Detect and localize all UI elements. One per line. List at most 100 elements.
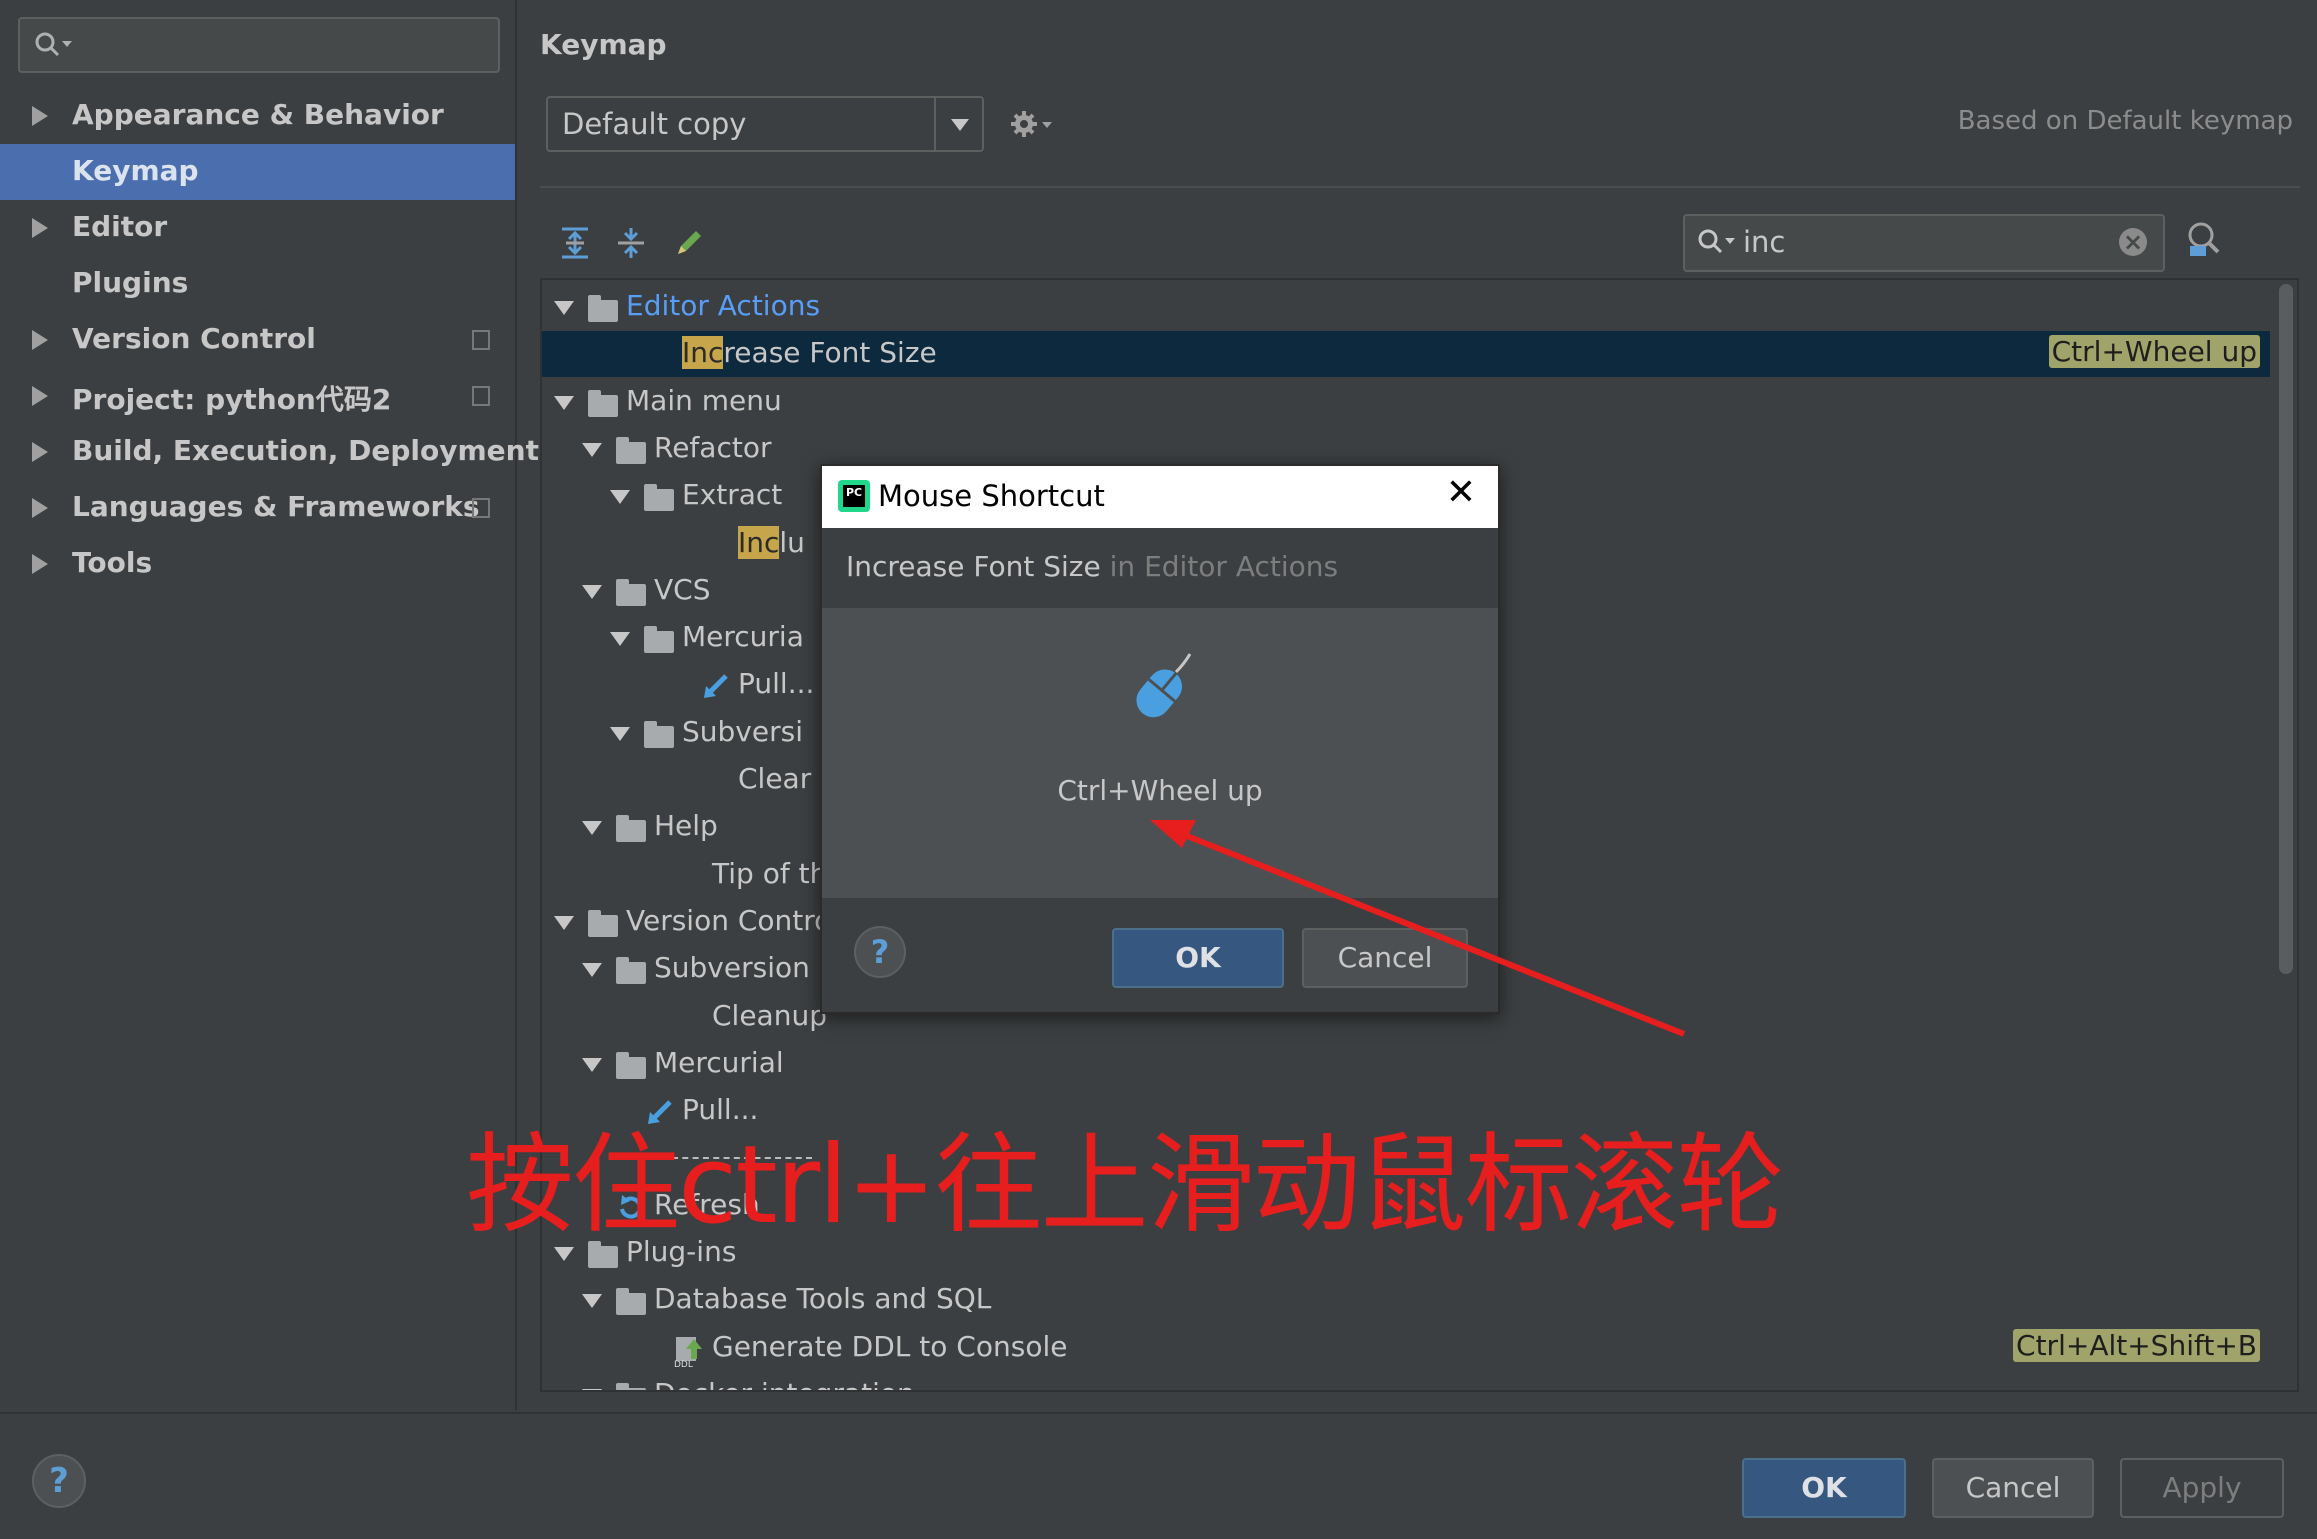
sidebar-item-label: Languages & Frameworks bbox=[72, 490, 480, 523]
tree-row[interactable]: Editor Actions bbox=[542, 284, 2270, 330]
clear-search-icon[interactable]: × bbox=[2119, 228, 2147, 256]
search-match-highlight: Inc bbox=[738, 525, 780, 559]
keymap-select-value: Default copy bbox=[562, 107, 747, 141]
tree-row-label: Subversi bbox=[682, 714, 803, 748]
keymap-search-input[interactable]: inc × bbox=[1683, 214, 2165, 272]
folder-icon bbox=[644, 625, 674, 654]
dialog-cancel-button[interactable]: Cancel bbox=[1302, 928, 1468, 988]
sidebar-item-label: Plugins bbox=[72, 266, 189, 299]
chevron-right-icon[interactable] bbox=[32, 386, 48, 406]
sidebar-item-label: Version Control bbox=[72, 322, 316, 355]
tree-row[interactable]: Docker integration bbox=[542, 1372, 2270, 1390]
tree-row[interactable]: Increase Font Size Ctrl+Wheel up bbox=[542, 331, 2270, 378]
folder-icon bbox=[588, 909, 618, 937]
ddl-icon: DDL bbox=[672, 1335, 706, 1376]
shortcut-badge: Ctrl+Alt+Shift+B bbox=[2013, 1328, 2260, 1362]
expand-all-icon[interactable] bbox=[558, 226, 592, 260]
tree-row-label: Docker integration bbox=[654, 1377, 915, 1390]
sidebar-item-label: Tools bbox=[72, 546, 153, 579]
chevron-down-icon[interactable] bbox=[554, 915, 574, 930]
help-button[interactable]: ? bbox=[854, 926, 906, 978]
tree-scrollbar[interactable] bbox=[2279, 284, 2293, 974]
keymap-search-value: inc bbox=[1743, 225, 1786, 259]
divider bbox=[540, 186, 2300, 188]
sidebar-item-tools[interactable]: Tools bbox=[0, 536, 515, 592]
sidebar-item-keymap[interactable]: Keymap bbox=[0, 144, 515, 200]
tree-row-label: Extract bbox=[682, 478, 783, 512]
tree-row[interactable]: DDL Generate DDL to Console Ctrl+Alt+Shift… bbox=[542, 1325, 2270, 1371]
ok-button[interactable]: OK bbox=[1742, 1458, 1906, 1518]
folder-icon bbox=[616, 814, 646, 843]
chevron-down-icon[interactable] bbox=[554, 301, 574, 315]
tree-row-label: Inclu bbox=[738, 525, 805, 559]
close-icon[interactable]: ✕ bbox=[1446, 472, 1476, 513]
chevron-right-icon[interactable] bbox=[32, 498, 48, 518]
action-name: Increase Font Size bbox=[846, 550, 1101, 583]
chevron-right-icon[interactable] bbox=[32, 218, 48, 238]
chevron-right-icon[interactable] bbox=[32, 330, 48, 350]
tree-row-label: Help bbox=[654, 809, 718, 843]
settings-search-input[interactable] bbox=[18, 17, 500, 73]
find-by-shortcut-icon[interactable] bbox=[2184, 220, 2224, 260]
tree-row-label: Version Contro bbox=[626, 903, 832, 937]
sidebar-item-editor[interactable]: Editor bbox=[0, 200, 515, 256]
chevron-down-icon[interactable] bbox=[582, 1388, 602, 1390]
tree-row-label: Clear bbox=[738, 762, 812, 795]
dialog-titlebar: PC Mouse Shortcut ✕ bbox=[822, 466, 1498, 528]
sidebar-item-languages-frameworks[interactable]: Languages & Frameworks bbox=[0, 480, 515, 536]
sidebar-item-version-control[interactable]: Version Control bbox=[0, 312, 515, 368]
dialog-action-label: Increase Font Size in Editor Actions bbox=[846, 550, 1338, 583]
sidebar-item-label: Editor bbox=[72, 210, 168, 243]
collapse-all-icon[interactable] bbox=[614, 226, 648, 260]
chevron-right-icon[interactable] bbox=[32, 442, 48, 462]
chevron-down-icon[interactable] bbox=[610, 490, 630, 505]
sidebar-item-build-execution-deployment[interactable]: Build, Execution, Deployment bbox=[0, 424, 539, 480]
folder-icon bbox=[644, 483, 674, 512]
dialog-ok-button[interactable]: OK bbox=[1112, 928, 1284, 988]
tree-row-label: Generate DDL to Console bbox=[712, 1329, 1068, 1363]
chevron-right-icon[interactable] bbox=[32, 554, 48, 574]
gear-icon[interactable] bbox=[1010, 110, 1058, 140]
folder-icon bbox=[616, 1287, 646, 1316]
bottom-bar: ? OK Cancel Apply bbox=[0, 1412, 2317, 1539]
apply-button[interactable]: Apply bbox=[2120, 1458, 2284, 1518]
settings-sidebar: Appearance & Behavior Keymap Editor Plugins… bbox=[0, 0, 539, 1410]
shortcut-badge: Ctrl+Wheel up bbox=[2048, 335, 2260, 369]
edit-shortcut-icon[interactable] bbox=[672, 226, 706, 260]
chevron-down-icon[interactable] bbox=[934, 98, 982, 150]
chevron-down-icon[interactable] bbox=[582, 1057, 602, 1072]
tree-row-label: Subversion bbox=[654, 951, 810, 985]
chevron-down-icon[interactable] bbox=[582, 963, 602, 978]
chevron-down-icon[interactable] bbox=[582, 584, 602, 599]
sidebar-item-appearance-behavior[interactable]: Appearance & Behavior bbox=[0, 88, 515, 144]
help-button[interactable]: ? bbox=[32, 1454, 86, 1508]
mouse-shortcut-dialog: PC Mouse Shortcut ✕ Increase Font Size i… bbox=[820, 464, 1500, 1014]
sidebar-item-label: Project: python代码2 bbox=[72, 383, 392, 416]
tree-row[interactable]: Main menu bbox=[542, 379, 2270, 425]
pull-icon bbox=[700, 672, 732, 709]
chevron-down-icon[interactable] bbox=[582, 821, 602, 836]
mouse-shortcut-capture-area[interactable]: Ctrl+Wheel up bbox=[822, 608, 1498, 898]
chevron-down-icon[interactable] bbox=[582, 442, 602, 457]
folder-icon bbox=[644, 720, 674, 748]
tree-row-label: Main menu bbox=[626, 383, 782, 417]
tree-row-label-rest: rease Font Size bbox=[723, 336, 937, 370]
cancel-button[interactable]: Cancel bbox=[1932, 1458, 2094, 1518]
tree-row-label: Increase Font Size bbox=[682, 336, 937, 370]
chevron-down-icon[interactable] bbox=[554, 395, 574, 410]
sidebar-item-project-python-2[interactable]: Project: python代码2 bbox=[0, 368, 515, 424]
copy-icon bbox=[472, 498, 490, 518]
keymap-select[interactable]: Default copy bbox=[546, 96, 984, 152]
tree-row-label: Tip of th bbox=[712, 856, 828, 890]
tree-row[interactable]: Mercurial bbox=[542, 1041, 2270, 1087]
editor-actions-icon bbox=[588, 294, 618, 322]
chevron-right-icon[interactable] bbox=[32, 106, 48, 126]
chevron-down-icon[interactable] bbox=[610, 726, 630, 741]
chevron-down-icon[interactable] bbox=[610, 632, 630, 647]
tree-row[interactable]: Database Tools and SQL bbox=[542, 1277, 2270, 1323]
sidebar-item-label: Build, Execution, Deployment bbox=[72, 434, 539, 467]
chevron-down-icon[interactable] bbox=[582, 1294, 602, 1309]
sidebar-item-plugins[interactable]: Plugins bbox=[0, 256, 515, 312]
page-title: Keymap bbox=[540, 28, 667, 61]
tree-row-label: Refactor bbox=[654, 430, 772, 464]
